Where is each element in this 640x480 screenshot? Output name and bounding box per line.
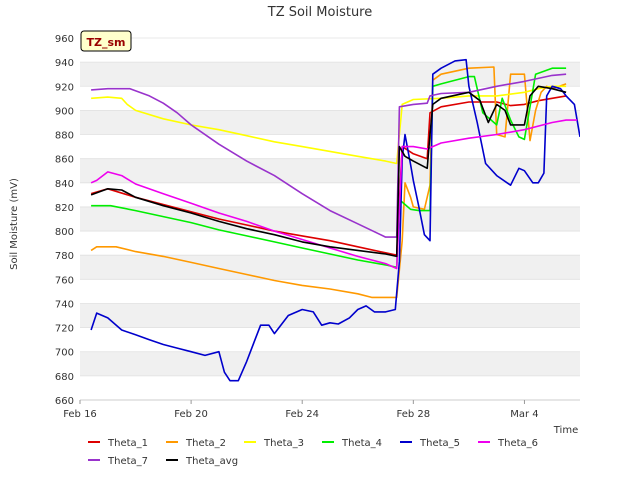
- y-tick-label: 800: [55, 227, 74, 238]
- x-tick-label: Feb 20: [174, 409, 208, 420]
- grid-band: [80, 351, 580, 376]
- y-tick-label: 820: [55, 203, 74, 214]
- y-tick-label: 880: [55, 131, 74, 142]
- soil-moisture-chart: TZ Soil Moisture 660 680 700 720 740 760 780 80…: [9, 5, 580, 467]
- y-tick-label: 840: [55, 179, 74, 190]
- y-tick-label: 660: [55, 396, 74, 407]
- x-tick-label: Mar 4: [510, 409, 538, 420]
- y-axis-label: Soil Moisture (mV): [9, 178, 20, 270]
- y-tick-label: 700: [55, 348, 74, 359]
- y-tick-label: 860: [55, 155, 74, 166]
- chart-title: TZ Soil Moisture: [267, 5, 373, 20]
- y-tick-label: 760: [55, 275, 74, 286]
- y-tick-label: 720: [55, 324, 74, 335]
- grid-band: [80, 158, 580, 183]
- grid-band: [80, 62, 580, 87]
- legend-label: Theta_2: [185, 438, 226, 449]
- y-tick-label: 780: [55, 251, 74, 262]
- x-tick-label: Feb 16: [63, 409, 97, 420]
- grid-bands: [80, 37, 580, 401]
- legend-label: Theta_4: [341, 438, 382, 449]
- legend-label: Theta_avg: [185, 456, 238, 467]
- y-tick-label: 900: [55, 106, 74, 117]
- x-axis: Feb 16 Feb 20 Feb 24 Feb 28 Mar 4: [63, 399, 580, 420]
- grid-band: [80, 255, 580, 280]
- legend-label: Theta_6: [497, 438, 538, 449]
- y-tick-label: 920: [55, 82, 74, 93]
- y-tick-label: 940: [55, 58, 74, 69]
- x-axis-label: Time: [553, 425, 578, 436]
- y-axis: 660 680 700 720 740 760 780 800 820 840 860 880 900 9…: [55, 34, 74, 407]
- grid-band: [80, 303, 580, 328]
- legend-label: Theta_7: [107, 456, 148, 467]
- legend-label: Theta_1: [107, 438, 148, 449]
- y-tick-label: 960: [55, 34, 74, 45]
- x-tick-label: Feb 28: [397, 409, 431, 420]
- y-tick-label: 740: [55, 299, 74, 310]
- legend-label: Theta_3: [263, 438, 304, 449]
- site-badge-label: TZ_sm: [87, 36, 126, 49]
- legend: Theta_1 Theta_2 Theta_3 Theta_4 Theta_5 Theta…: [88, 438, 538, 467]
- site-badge: TZ_sm: [80, 30, 132, 52]
- y-tick-label: 680: [55, 372, 74, 383]
- x-tick-label: Feb 24: [285, 409, 319, 420]
- legend-label: Theta_5: [419, 438, 460, 449]
